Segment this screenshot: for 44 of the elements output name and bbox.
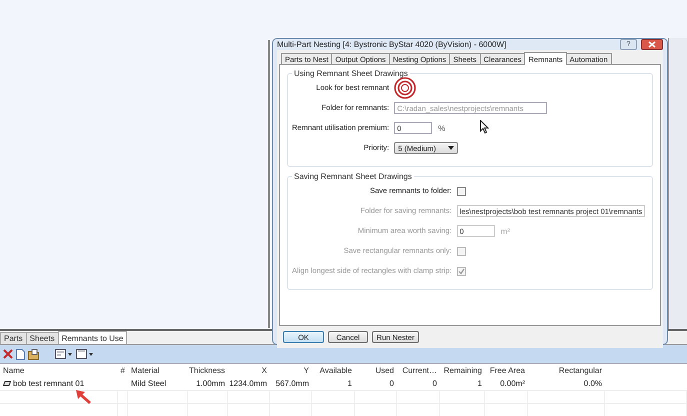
- close-icon: [648, 41, 656, 48]
- column-header[interactable]: Free Area: [485, 366, 528, 376]
- table-cell: 1234.0mm: [229, 378, 267, 388]
- arrow-annotation: [76, 390, 92, 404]
- checkbox[interactable]: [456, 186, 466, 196]
- table-cell: 0: [390, 378, 394, 388]
- table-cell: 0.00m²: [500, 378, 525, 388]
- column-header[interactable]: Thickness: [188, 366, 228, 376]
- column-header[interactable]: Name: [0, 366, 118, 376]
- column-header[interactable]: Material: [128, 366, 188, 376]
- caret-icon: [448, 146, 454, 150]
- table-cell: 567.0mm: [276, 378, 309, 388]
- close-button[interactable]: [641, 39, 663, 50]
- unit-label: %: [438, 124, 446, 132]
- table-cell: bob test remnant 01: [13, 378, 84, 388]
- view-dropdown-icon[interactable]: [76, 349, 94, 360]
- table-cell: 0: [432, 378, 437, 388]
- column-header[interactable]: X: [228, 366, 270, 376]
- tab[interactable]: Remnants to Use: [58, 331, 128, 344]
- column-header[interactable]: Available: [312, 366, 355, 376]
- window-title: Multi-Part Nesting [4: Bystronic ByStar 4020 (ByVision) - 6000W]: [277, 40, 508, 49]
- column-header[interactable]: Remaining: [440, 366, 485, 376]
- column-header[interactable]: #: [118, 366, 128, 376]
- sheet-icon: [3, 380, 11, 386]
- view-dropdown-icon[interactable]: [55, 349, 73, 360]
- group-title: Using Remnant Sheet Drawings: [293, 69, 409, 78]
- column-header[interactable]: Rectangular: [528, 366, 605, 376]
- target-annotation-icon: [394, 77, 416, 99]
- column-header[interactable]: Current…: [397, 366, 440, 376]
- table-cell: 0.0%: [584, 378, 602, 388]
- column-header[interactable]: Used: [355, 366, 397, 376]
- unit-label: m²: [500, 226, 510, 236]
- tab[interactable]: Sheets: [26, 332, 59, 344]
- table-cell: 1: [478, 378, 482, 388]
- new-document-icon[interactable]: [16, 348, 25, 360]
- table-cell: Mild Steel: [131, 378, 166, 388]
- group-title: Saving Remnant Sheet Drawings: [293, 172, 413, 181]
- table-cell: 1: [348, 378, 352, 388]
- mouse-cursor-icon: [480, 120, 489, 134]
- tab[interactable]: Parts: [0, 332, 27, 344]
- column-header[interactable]: Y: [270, 366, 312, 376]
- delete-icon[interactable]: [3, 349, 13, 360]
- table-cell: 1.00mm: [196, 378, 225, 388]
- folder-icon[interactable]: [28, 348, 39, 360]
